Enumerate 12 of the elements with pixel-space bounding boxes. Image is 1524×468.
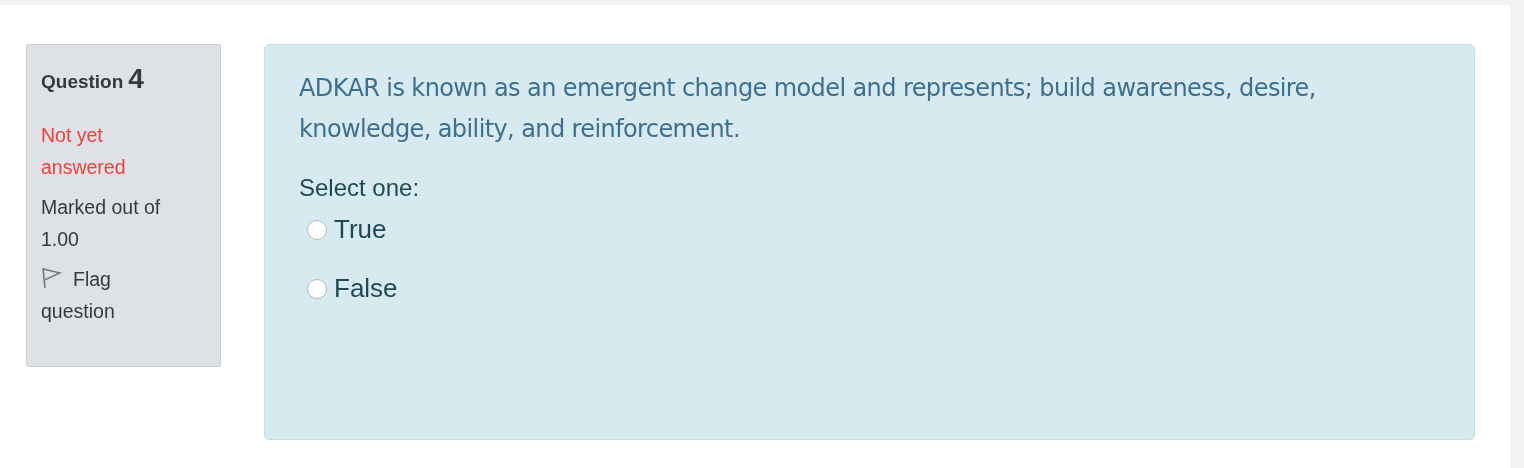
question-text: ADKAR is known as an emergent change model and represents; build awareness, desire, knowledge, ability, and reinforcement. <box>299 73 1317 145</box>
question-label: Question <box>41 71 124 93</box>
answer-status: Not yet answered <box>41 123 127 180</box>
option-label[interactable]: True <box>334 214 387 245</box>
radio-button[interactable] <box>307 278 327 299</box>
select-prompt: Select one: <box>299 174 421 202</box>
marks-text: Marked out of 1.00 <box>41 195 162 252</box>
option-label[interactable]: False <box>334 273 398 304</box>
radio-button[interactable] <box>307 219 327 240</box>
flag-question-link[interactable]: Flag question <box>41 263 151 327</box>
question-number: 4 <box>128 63 144 95</box>
flag-icon <box>41 266 63 290</box>
